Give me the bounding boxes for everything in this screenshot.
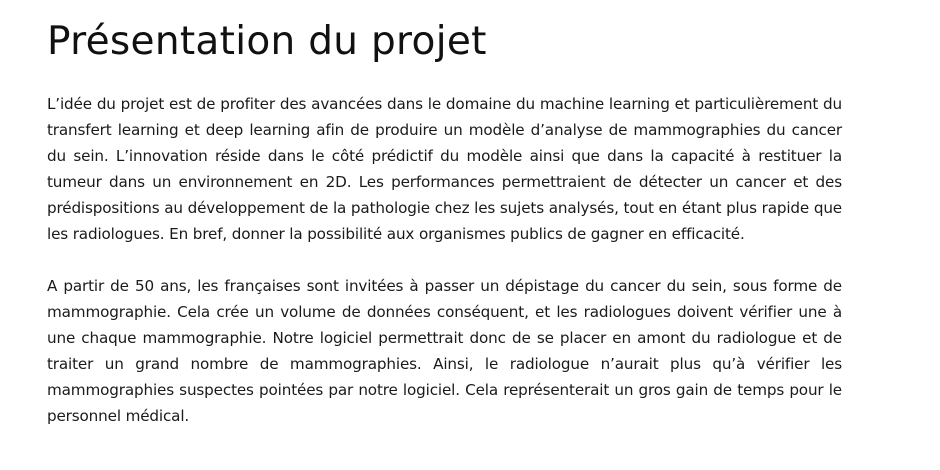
page-title: Présentation du projet (47, 19, 487, 64)
document-section: Présentation du projet L’idée du projet … (47, 14, 842, 429)
paragraph-screening-context: A partir de 50 ans, les françaises sont … (47, 277, 842, 425)
paragraph-project-idea: L’idée du projet est de profiter des ava… (47, 95, 842, 243)
